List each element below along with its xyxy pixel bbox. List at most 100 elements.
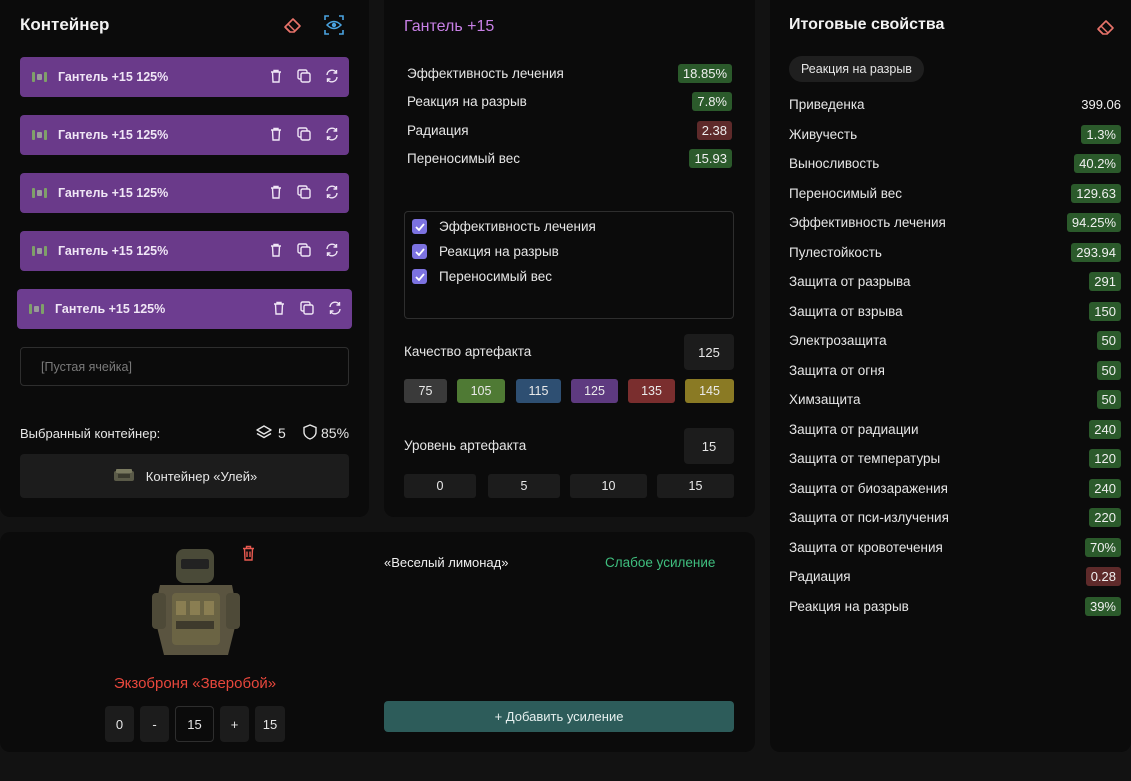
container-slot[interactable]: Гантель +15 125%	[20, 173, 349, 213]
total-value: 0.28	[1085, 566, 1121, 586]
refresh-icon[interactable]	[324, 242, 339, 258]
stat-name: Радиация	[407, 122, 469, 138]
level-chip[interactable]: 0	[404, 474, 476, 498]
quality-chip[interactable]: 115	[516, 379, 561, 403]
refresh-icon[interactable]	[324, 68, 339, 84]
total-name: Защита от кровотечения	[789, 539, 943, 555]
stat-value: 18.85%	[677, 63, 732, 83]
artifact-stat-row: Реакция на разрыв 7.8%	[407, 90, 732, 112]
container-select-button[interactable]: Контейнер «Улей»	[20, 454, 349, 498]
container-slot[interactable]: Гантель +15 125%	[17, 289, 352, 329]
checkbox-row[interactable]: Реакция на разрыв	[412, 244, 559, 259]
quality-chip[interactable]: 135	[628, 379, 675, 403]
stat-value: 15.93	[689, 148, 732, 168]
boost-level[interactable]: Слабое усиление	[605, 555, 715, 570]
total-value: 240	[1089, 419, 1121, 439]
eraser-icon[interactable]	[282, 14, 304, 36]
slot-label: Гантель +15 125%	[58, 186, 169, 200]
checkbox-row[interactable]: Эффективность лечения	[412, 219, 596, 234]
layers-icon	[256, 424, 272, 445]
container-icon	[112, 467, 136, 486]
total-value: 1.3%	[1081, 124, 1121, 144]
total-row: Защита от кровотечения 70%	[789, 535, 1121, 559]
checkbox-row[interactable]: Переносимый вес	[412, 269, 552, 284]
copy-icon[interactable]	[296, 68, 311, 84]
empty-slot[interactable]: [Пустая ячейка]	[20, 347, 349, 386]
protection-value: 85%	[321, 425, 350, 441]
refresh-icon[interactable]	[327, 300, 342, 316]
container-slot[interactable]: Гантель +15 125%	[20, 231, 349, 271]
total-value: 50	[1096, 389, 1121, 409]
total-name: Защита от радиации	[789, 421, 919, 437]
stepper-max[interactable]: 15	[255, 706, 285, 742]
slot-label: Гантель +15 125%	[58, 128, 169, 142]
trash-icon[interactable]	[242, 545, 255, 566]
total-name: Защита от огня	[789, 362, 885, 378]
total-value: 220	[1089, 507, 1121, 527]
total-row: Выносливость 40.2%	[789, 151, 1121, 175]
checkbox-checked-icon[interactable]	[412, 219, 427, 234]
total-value: 39%	[1084, 596, 1121, 616]
level-chip[interactable]: 10	[570, 474, 647, 498]
eye-scan-icon[interactable]	[323, 14, 345, 36]
total-name: Защита от биозаражения	[789, 480, 948, 496]
copy-icon[interactable]	[296, 126, 311, 142]
add-boost-button[interactable]: + Добавить усиление	[384, 701, 734, 732]
refresh-icon[interactable]	[324, 184, 339, 200]
refresh-icon[interactable]	[324, 126, 339, 142]
level-chip[interactable]: 15	[657, 474, 734, 498]
total-row: Переносимый вес 129.63	[789, 181, 1121, 205]
stat-name: Реакция на разрыв	[407, 93, 527, 109]
artifact-stat-row: Переносимый вес 15.93	[407, 147, 732, 169]
stat-checkbox-list: Эффективность лечения Реакция на разрыв …	[404, 211, 734, 319]
checkbox-checked-icon[interactable]	[412, 269, 427, 284]
stepper-min[interactable]: 0	[105, 706, 134, 742]
quality-chip[interactable]: 125	[571, 379, 618, 403]
stepper-plus-button[interactable]: +	[220, 706, 249, 742]
total-row: Защита от радиации 240	[789, 417, 1121, 441]
copy-icon[interactable]	[296, 242, 311, 258]
total-value: 50	[1096, 330, 1121, 350]
level-chip[interactable]: 5	[488, 474, 560, 498]
total-name: Защита от взрыва	[789, 303, 903, 319]
total-value: 94.25%	[1066, 212, 1121, 232]
quality-input[interactable]: 125	[684, 334, 734, 370]
quality-chip[interactable]: 145	[685, 379, 734, 403]
trash-icon[interactable]	[268, 242, 283, 258]
trash-icon[interactable]	[268, 126, 283, 142]
stepper-minus-button[interactable]: -	[140, 706, 169, 742]
stepper-value-input[interactable]: 15	[175, 706, 214, 742]
total-row: Реакция на разрыв 39%	[789, 594, 1121, 618]
container-name: Контейнер «Улей»	[145, 468, 258, 484]
total-name: Защита от температуры	[789, 450, 941, 466]
level-input[interactable]: 15	[684, 428, 734, 464]
artifact-icon	[29, 303, 49, 315]
total-row: Защита от разрыва 291	[789, 269, 1121, 293]
copy-icon[interactable]	[299, 300, 314, 316]
total-row: Пулестойкость 293.94	[789, 240, 1121, 264]
total-name: Эффективность лечения	[789, 214, 946, 230]
total-row: Защита от температуры 120	[789, 446, 1121, 470]
container-slot[interactable]: Гантель +15 125%	[20, 57, 349, 97]
eraser-icon[interactable]	[1095, 16, 1117, 38]
copy-icon[interactable]	[296, 184, 311, 200]
quality-chip[interactable]: 75	[404, 379, 447, 403]
trash-icon[interactable]	[268, 184, 283, 200]
checkbox-checked-icon[interactable]	[412, 244, 427, 259]
stat-name: Эффективность лечения	[407, 65, 564, 81]
quality-chip[interactable]: 105	[457, 379, 505, 403]
checkbox-label: Реакция на разрыв	[439, 244, 559, 259]
total-row: Живучесть 1.3%	[789, 122, 1121, 146]
total-row: Защита от взрыва 150	[789, 299, 1121, 323]
armor-panel: Экзоброня «Зверобой» 0 - 15 + 15 «Веселы…	[0, 532, 755, 752]
armor-name: Экзоброня «Зверобой»	[113, 675, 277, 692]
trash-icon[interactable]	[268, 68, 283, 84]
container-slot[interactable]: Гантель +15 125%	[20, 115, 349, 155]
trash-icon[interactable]	[271, 300, 286, 316]
filter-chip[interactable]: Реакция на разрыв	[789, 56, 924, 82]
slot-label: Гантель +15 125%	[58, 70, 169, 84]
total-name: Пулестойкость	[789, 244, 882, 260]
total-name: Защита от пси-излучения	[789, 509, 949, 525]
artifact-icon	[32, 245, 52, 257]
slot-label: Гантель +15 125%	[58, 244, 169, 258]
